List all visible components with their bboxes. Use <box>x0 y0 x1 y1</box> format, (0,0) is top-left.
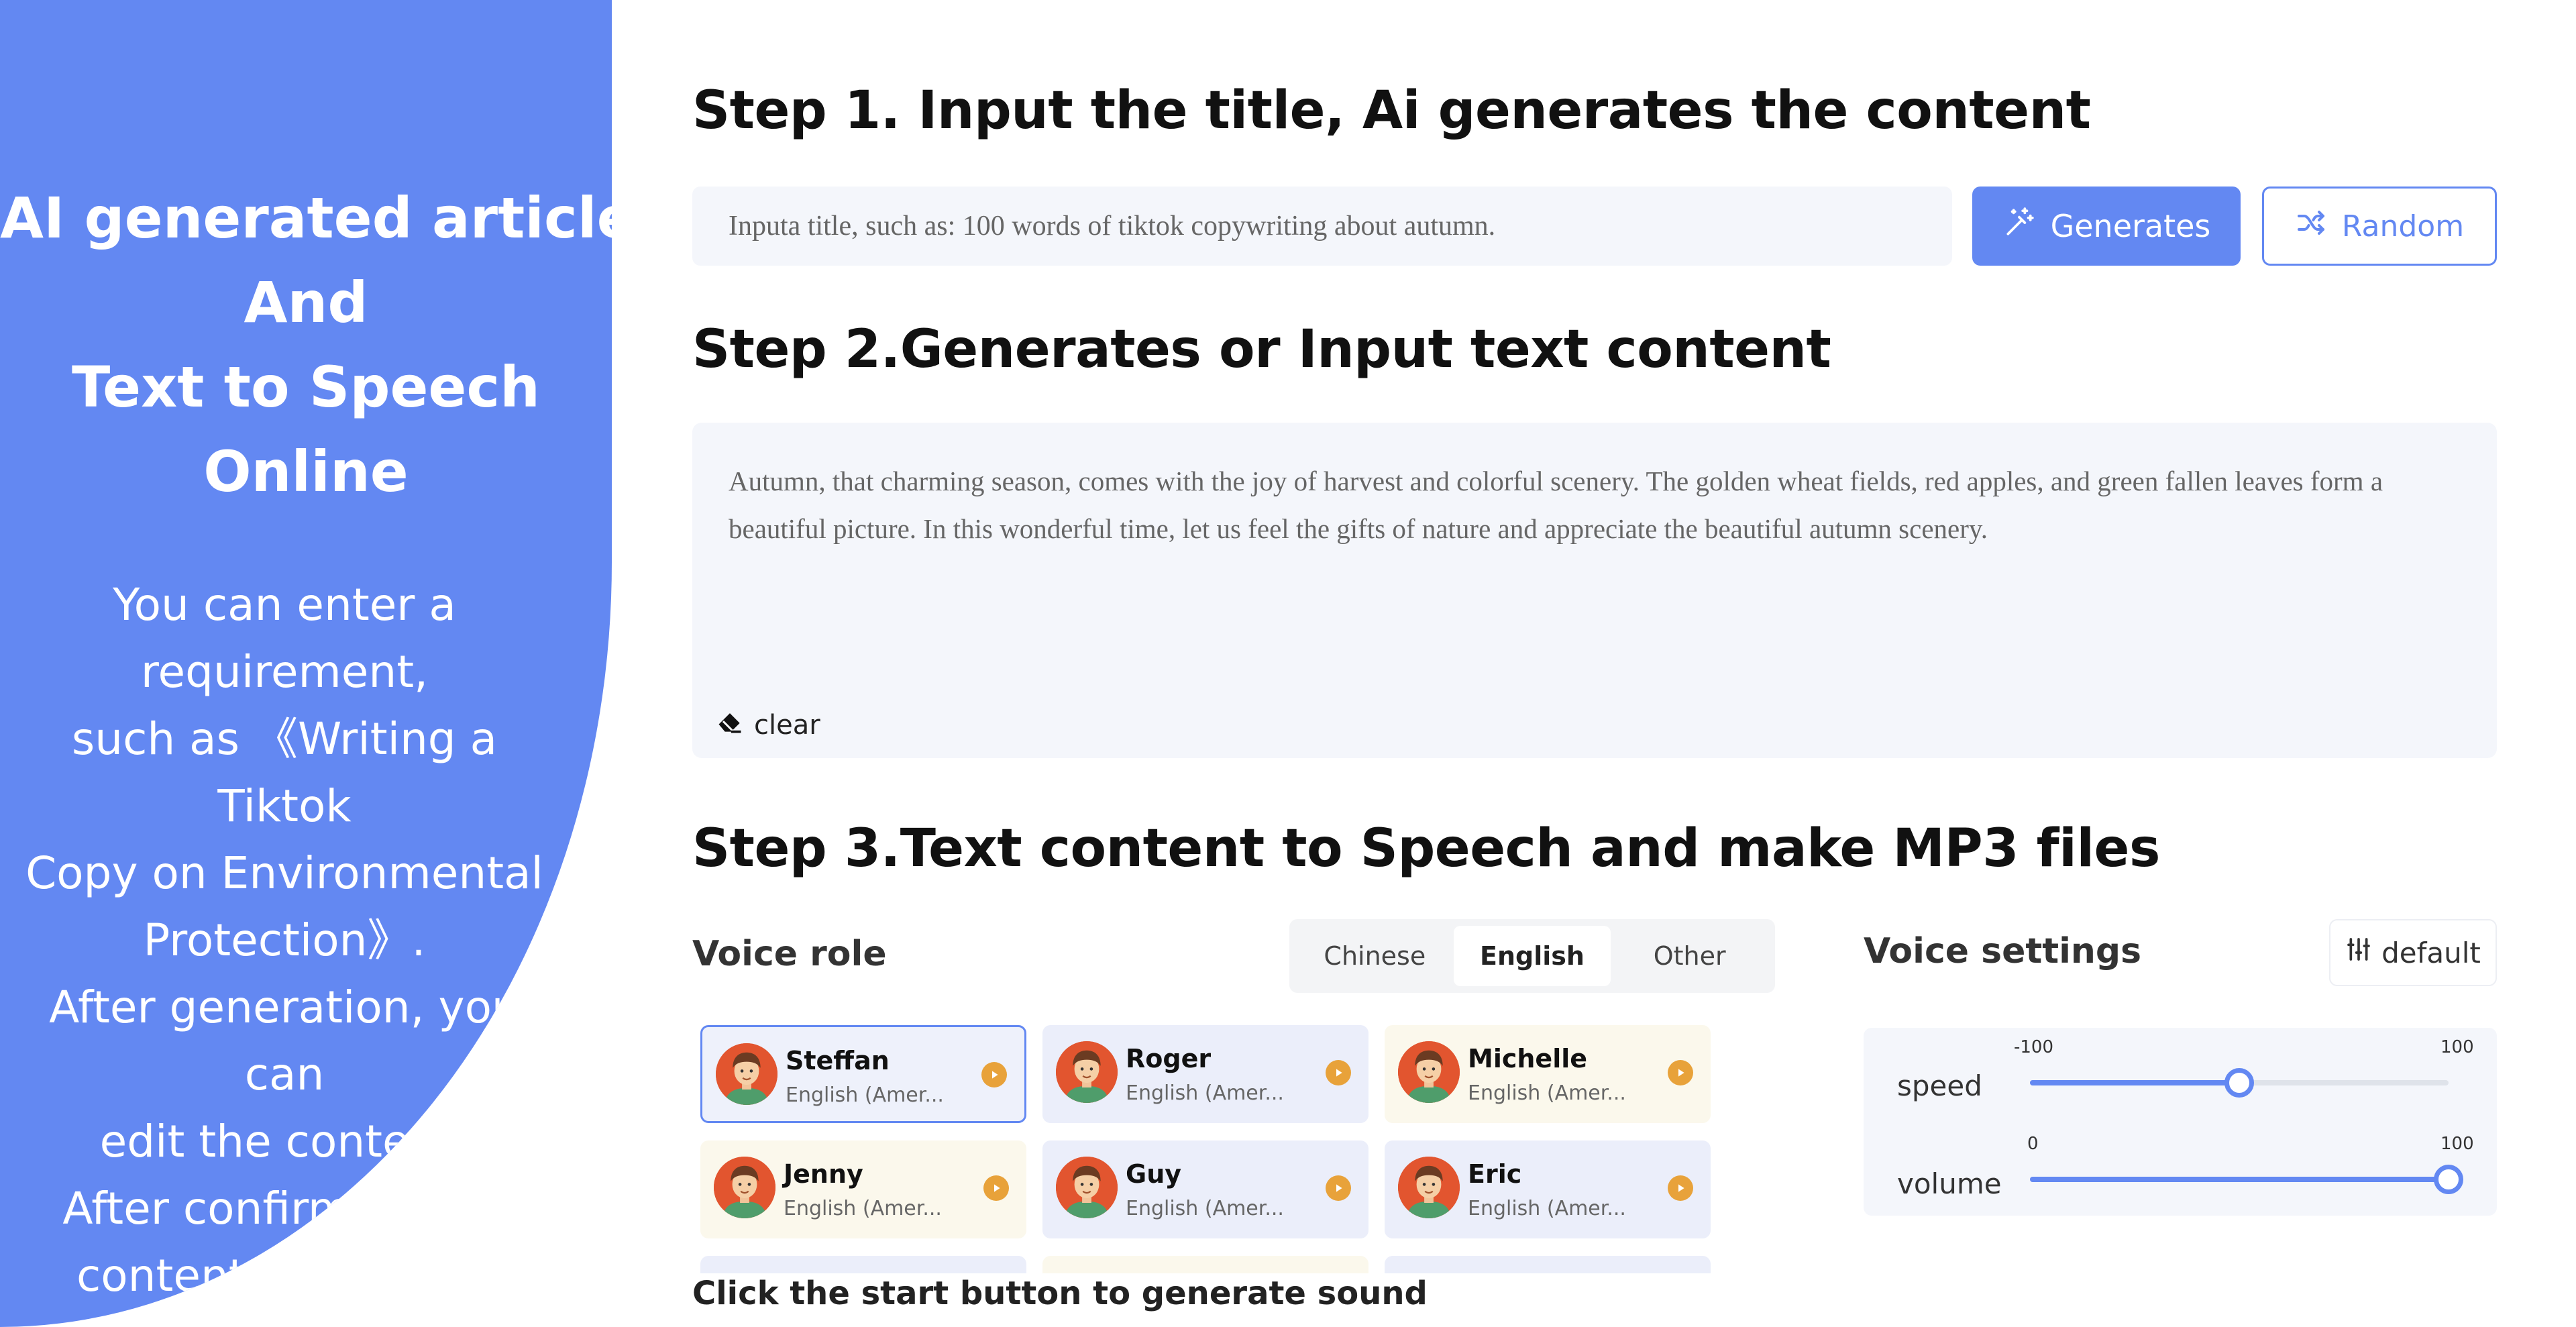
random-button[interactable]: Random <box>2262 187 2497 266</box>
random-label: Random <box>2341 209 2465 244</box>
voice-language: English (Amer... <box>1126 1081 1284 1105</box>
intro-desc-line: such as 《Writing a <box>71 713 498 765</box>
play-icon[interactable] <box>1326 1175 1351 1201</box>
default-button[interactable]: default <box>2329 919 2497 986</box>
voice-card-roger[interactable]: Roger English (Amer... <box>1042 1025 1368 1123</box>
volume-slider-thumb[interactable] <box>2434 1165 2463 1194</box>
voice-settings-panel: speed -100 100 volume 0 100 <box>1864 1028 2497 1216</box>
magic-wand-icon <box>2002 206 2036 247</box>
start-hint: Click the start button to generate sound <box>692 1275 1428 1312</box>
step3-title: Step 3.Text content to Speech and make M… <box>692 818 2160 879</box>
volume-max: 100 <box>2440 1134 2474 1154</box>
tab-other[interactable]: Other <box>1611 926 1768 986</box>
shuffle-icon <box>2295 207 2327 246</box>
content-text[interactable]: Autumn, that charming season, comes with… <box>729 458 2461 553</box>
step2-title: Step 2.Generates or Input text content <box>692 319 1831 380</box>
speed-label: speed <box>1897 1069 1982 1102</box>
intro-title-line: Online <box>203 439 409 505</box>
voice-name: Roger <box>1126 1044 1212 1073</box>
language-tabs: Chinese English Other <box>1289 919 1775 993</box>
content-textarea[interactable]: Autumn, that charming season, comes with… <box>692 423 2497 758</box>
voice-card-guy[interactable]: Guy English (Amer... <box>1042 1140 1368 1238</box>
step1-title: Step 1. Input the title, Ai generates th… <box>692 81 2091 141</box>
eraser-icon <box>715 707 745 743</box>
generates-label: Generates <box>2050 208 2211 244</box>
clear-label: clear <box>754 710 820 741</box>
play-icon[interactable] <box>1326 1060 1351 1085</box>
voice-language: English (Amer... <box>786 1083 944 1107</box>
intro-panel: AI generated articles And Text to Speech… <box>0 0 612 1327</box>
voice-card-jenny[interactable]: Jenny English (Amer... <box>700 1140 1026 1238</box>
voice-card-steffan[interactable]: Steffan English (Amer... <box>700 1025 1026 1123</box>
volume-slider[interactable] <box>2030 1165 2463 1194</box>
intro-desc-line: After generation, you <box>49 981 520 1033</box>
volume-label: volume <box>1897 1167 2002 1200</box>
tab-chinese[interactable]: Chinese <box>1296 926 1454 986</box>
voice-name: Eric <box>1468 1159 1522 1189</box>
speed-slider-thumb[interactable] <box>2224 1068 2254 1098</box>
avatar <box>714 1157 775 1218</box>
intro-desc-line: edit the content. <box>99 1116 470 1167</box>
intro-desc-line: Tiktok <box>217 780 352 832</box>
intro-desc-line: requirement, <box>140 646 429 698</box>
main-content: Step 1. Input the title, Ai generates th… <box>692 0 2497 1327</box>
speed-min: -100 <box>2014 1037 2054 1057</box>
generates-button[interactable]: Generates <box>1972 187 2241 266</box>
voice-language: English (Amer... <box>1468 1197 1626 1220</box>
intro-desc-line: content. select the <box>76 1250 493 1302</box>
volume-slider-fill <box>2030 1177 2449 1182</box>
voice-card-eric[interactable]: Eric English (Amer... <box>1385 1140 1711 1238</box>
voice-language: English (Amer... <box>784 1197 942 1220</box>
voice-card-partial[interactable] <box>700 1256 1026 1273</box>
sliders-icon <box>2345 936 2372 969</box>
intro-title-line: And <box>244 270 368 335</box>
voice-name: Guy <box>1126 1159 1182 1189</box>
intro-desc-line: After confirming the <box>62 1183 506 1234</box>
intro-title-line: Text to Speech <box>72 354 540 420</box>
speed-slider[interactable] <box>2030 1068 2449 1098</box>
avatar <box>716 1043 777 1105</box>
volume-min: 0 <box>2027 1134 2039 1154</box>
voice-role-label: Voice role <box>692 934 887 974</box>
clear-button[interactable]: clear <box>715 707 820 743</box>
avatar <box>1056 1041 1118 1103</box>
intro-desc-line: can <box>244 1049 325 1100</box>
intro-description: You can enter a requirement, such as 《Wr… <box>20 572 549 1327</box>
voice-settings-label: Voice settings <box>1864 931 2142 971</box>
intro-desc-line: Protection》. <box>143 914 426 966</box>
avatar <box>1398 1041 1460 1103</box>
tab-english[interactable]: English <box>1453 926 1611 986</box>
play-icon[interactable] <box>1668 1060 1693 1085</box>
voice-card-partial[interactable] <box>1042 1256 1368 1273</box>
avatar <box>1398 1157 1460 1218</box>
voice-role-grid: Steffan English (Amer... Roger English (… <box>700 1025 1740 1273</box>
voice-name: Jenny <box>784 1159 863 1189</box>
play-icon[interactable] <box>983 1175 1009 1201</box>
avatar <box>1056 1157 1118 1218</box>
intro-desc-line: Copy on Environmental <box>25 847 543 899</box>
voice-name: Steffan <box>786 1046 890 1075</box>
voice-language: English (Amer... <box>1468 1081 1626 1105</box>
play-icon[interactable] <box>981 1062 1007 1087</box>
intro-desc-line: You can enter a <box>113 579 456 631</box>
play-icon[interactable] <box>1668 1175 1693 1201</box>
default-label: default <box>2381 936 2481 969</box>
speed-slider-fill <box>2030 1080 2239 1085</box>
speed-max: 100 <box>2440 1037 2474 1057</box>
intro-title: AI generated articles And Text to Speech… <box>0 176 612 514</box>
voice-card-michelle[interactable]: Michelle English (Amer... <box>1385 1025 1711 1123</box>
voice-language: English (Amer... <box>1126 1197 1284 1220</box>
intro-title-line: AI generated articles <box>0 185 612 251</box>
voice-name: Michelle <box>1468 1044 1588 1073</box>
title-input[interactable] <box>692 187 1952 266</box>
voice-card-partial[interactable] <box>1385 1256 1711 1273</box>
intro-desc-line: voice role and the <box>20 1310 549 1327</box>
